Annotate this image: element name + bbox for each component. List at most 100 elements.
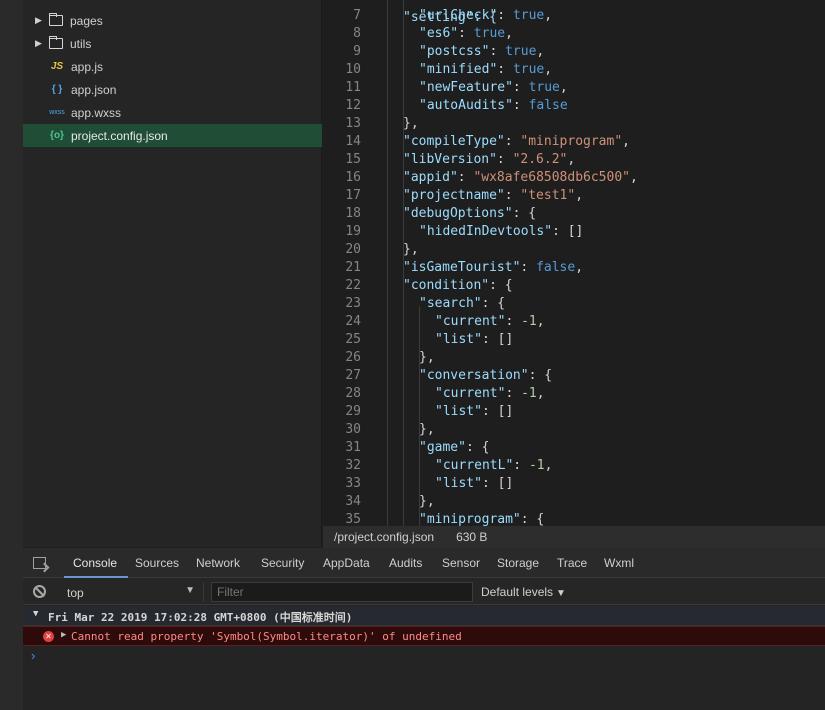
line-number: 22	[345, 278, 361, 293]
line-number: 7	[353, 8, 361, 23]
line-number: 13	[345, 116, 361, 131]
console-prompt[interactable]: ›	[31, 648, 35, 663]
expand-triangle-icon[interactable]: ▶	[61, 630, 66, 640]
code-line: 33 "list": []	[323, 475, 825, 493]
line-number: 23	[345, 296, 361, 311]
line-number: 19	[345, 224, 361, 239]
code-text: "isGameTourist": false,	[403, 260, 584, 275]
code-editor[interactable]: "setting": { 7 "urlCheck": true, 8 "es6": t…	[323, 0, 825, 526]
line-number: 28	[345, 386, 361, 401]
context-select[interactable]: top ▼	[61, 582, 204, 602]
code-line: 16 "appid": "wx8afe68508db6c500",	[323, 169, 825, 187]
tab-network[interactable]: Network	[196, 556, 240, 570]
line-number: 17	[345, 188, 361, 203]
code-line: 10 "minified": true,	[323, 61, 825, 79]
code-line: 27 "conversation": {	[323, 367, 825, 385]
filter-input[interactable]	[211, 582, 473, 602]
wxss-file-icon: wxss	[49, 109, 65, 116]
tab-storage[interactable]: Storage	[497, 556, 539, 570]
code-text: "search": {	[419, 296, 506, 311]
tree-item-pages[interactable]: ▶ pages	[23, 9, 322, 32]
inspect-element-icon[interactable]	[33, 557, 46, 569]
code-line: 23 "search": {	[323, 295, 825, 313]
tab-console[interactable]: Console	[73, 556, 117, 570]
code-line: 8 "es6": true,	[323, 25, 825, 43]
code-text: "urlCheck": true,	[419, 8, 553, 23]
code-line: 9 "postcss": true,	[323, 43, 825, 61]
code-text: "minified": true,	[419, 62, 553, 77]
file-explorer: ▶ pages ▶ utils JS app.js { } app.json w…	[23, 0, 322, 547]
log-levels-label: Default levels	[481, 585, 554, 599]
code-line: 7 "urlCheck": true,	[323, 7, 825, 25]
tab-trace[interactable]: Trace	[557, 556, 587, 570]
line-number: 25	[345, 332, 361, 347]
code-text: "autoAudits": false	[419, 98, 568, 113]
code-text: "es6": true,	[419, 26, 513, 41]
line-number: 24	[345, 314, 361, 329]
code-text: "postcss": true,	[419, 44, 545, 59]
chevron-right-icon[interactable]: ▶	[35, 15, 45, 26]
tree-item-label: utils	[70, 36, 92, 51]
context-value: top	[67, 586, 84, 600]
code-line: 26},	[323, 349, 825, 367]
code-text: "currentL": -1,	[435, 458, 553, 473]
log-group-timestamp: Fri Mar 22 2019 17:02:28 GMT+0800 (中国标准时…	[48, 611, 353, 624]
console-error-row[interactable]: ✕ ▶ Cannot read property 'Symbol(Symbol.…	[23, 626, 825, 646]
console-log-group-header[interactable]: ▼ Fri Mar 22 2019 17:02:28 GMT+0800 (中国标…	[23, 606, 825, 626]
log-levels-select[interactable]: Default levels ▼	[481, 585, 566, 599]
console-filter-bar: top ▼ Default levels▼	[23, 579, 825, 605]
code-text: },	[403, 242, 419, 257]
tab-sources[interactable]: Sources	[135, 556, 179, 570]
file-path: /project.config.json	[334, 530, 435, 544]
tree-item-label: app.js	[71, 59, 104, 74]
code-text: },	[419, 350, 435, 365]
devtools-console-panel: Console Sources Network Security AppData…	[23, 548, 825, 710]
code-text: "current": -1,	[435, 386, 545, 401]
devtools-tab-bar: Console Sources Network Security AppData…	[23, 548, 825, 578]
left-gutter	[0, 0, 23, 710]
line-number: 12	[345, 98, 361, 113]
code-text: },	[419, 494, 435, 509]
line-number: 34	[345, 494, 361, 509]
code-line: 13},	[323, 115, 825, 133]
tree-item-label: project.config.json	[71, 128, 168, 143]
tree-item-app-js[interactable]: JS app.js	[23, 55, 322, 78]
code-text: "miniprogram": {	[419, 512, 545, 526]
code-text: "list": []	[435, 404, 514, 419]
tab-wxml[interactable]: Wxml	[604, 556, 634, 570]
error-icon: ✕	[43, 631, 54, 642]
code-line: 30},	[323, 421, 825, 439]
tab-audits[interactable]: Audits	[389, 556, 422, 570]
code-line: 28 "current": -1,	[323, 385, 825, 403]
editor-status-bar: /project.config.json 630 B	[323, 526, 825, 548]
line-number: 21	[345, 260, 361, 275]
code-line: 25 "list": []	[323, 331, 825, 349]
tree-item-app-wxss[interactable]: wxss app.wxss	[23, 101, 322, 124]
json-file-icon: { }	[51, 84, 63, 95]
code-text: "debugOptions": {	[403, 206, 537, 221]
expand-triangle-icon[interactable]: ▼	[33, 609, 38, 619]
code-line: 22 "condition": {	[323, 277, 825, 295]
line-number: 8	[353, 26, 361, 41]
line-number: 30	[345, 422, 361, 437]
line-number: 14	[345, 134, 361, 149]
code-line: 29 "list": []	[323, 403, 825, 421]
folder-icon	[49, 36, 63, 49]
code-text: "list": []	[435, 476, 514, 491]
code-text: "list": []	[435, 332, 514, 347]
chevron-right-icon[interactable]: ▶	[35, 38, 45, 49]
line-number: 16	[345, 170, 361, 185]
tab-appdata[interactable]: AppData	[323, 556, 370, 570]
clear-console-icon[interactable]	[33, 585, 46, 598]
tree-item-app-json[interactable]: { } app.json	[23, 78, 322, 101]
tree-item-label: pages	[70, 13, 103, 28]
tree-item-project-config-json[interactable]: {o} project.config.json	[23, 124, 322, 147]
code-text: "libVersion": "2.6.2",	[403, 152, 576, 167]
tab-sensor[interactable]: Sensor	[442, 556, 480, 570]
code-text: "current": -1,	[435, 314, 545, 329]
code-line: 34},	[323, 493, 825, 511]
tree-item-utils[interactable]: ▶ utils	[23, 32, 322, 55]
code-text: "condition": {	[403, 278, 513, 293]
tab-security[interactable]: Security	[261, 556, 304, 570]
line-number: 20	[345, 242, 361, 257]
